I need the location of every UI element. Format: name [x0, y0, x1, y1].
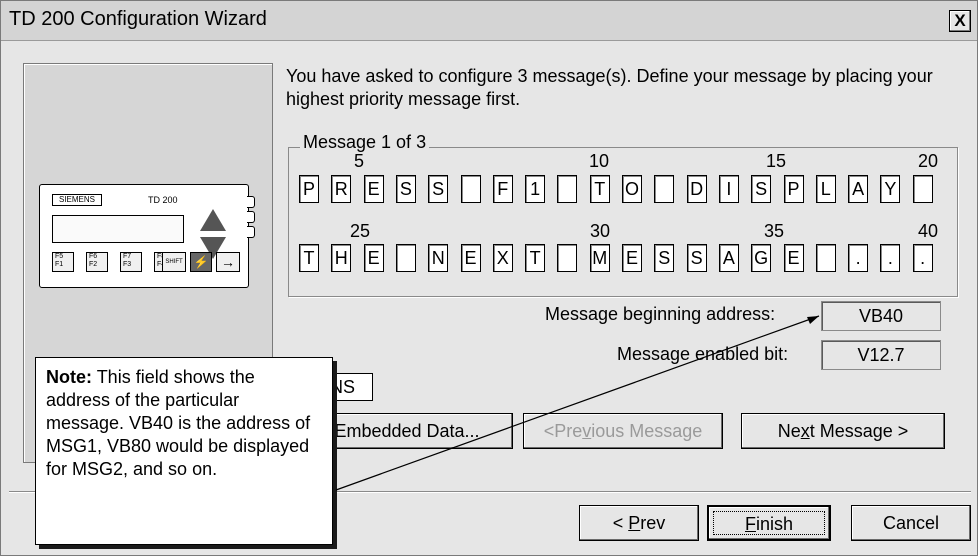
- column-number: 15: [766, 151, 787, 171]
- row1-char-cell[interactable]: S: [395, 175, 416, 203]
- row1-char-cell[interactable]: S: [428, 175, 449, 203]
- embedded-data-label: Embedded Data...: [334, 421, 480, 441]
- row2-char-cell[interactable]: E: [622, 244, 642, 272]
- up-arrow-icon: [200, 209, 226, 231]
- row2-char-cell[interactable]: .: [880, 244, 901, 272]
- row1-char-cell[interactable]: F: [492, 175, 513, 203]
- cancel-label: Cancel: [882, 513, 940, 533]
- device-model: TD 200: [148, 195, 178, 205]
- previous-message-button[interactable]: <Previous Message: [523, 413, 723, 449]
- device-key-shift: SHIFT: [162, 252, 186, 272]
- row2-char-cell[interactable]: S: [654, 244, 675, 272]
- intro-text: You have asked to configure 3 message(s)…: [286, 66, 933, 109]
- message-group-label: Message 1 of 3: [300, 132, 430, 153]
- window-title: TD 200 Configuration Wizard: [9, 8, 267, 30]
- row2-char-cell[interactable]: T: [525, 244, 546, 272]
- column-number: 10: [589, 151, 610, 171]
- row1-char-cell[interactable]: [557, 175, 578, 203]
- escape-key-icon: ⚡: [190, 252, 212, 272]
- enabled-bit-label: Message enabled bit:: [617, 344, 789, 364]
- device-brand: SIEMENS: [52, 194, 102, 206]
- column-number: 30: [590, 221, 611, 241]
- column-number: 25: [350, 221, 371, 241]
- row2-char-cell[interactable]: N: [428, 244, 449, 272]
- next-message-button[interactable]: Next Message >: [741, 413, 945, 449]
- column-number: 20: [918, 151, 939, 171]
- row1-char-cell[interactable]: E: [363, 175, 384, 203]
- row1-char-cell[interactable]: P: [783, 175, 804, 203]
- close-button[interactable]: X: [949, 10, 971, 32]
- row1-char-cell[interactable]: D: [686, 175, 707, 203]
- device-tab: [247, 211, 255, 223]
- column-number: 5: [354, 151, 365, 171]
- note-callout: Note: This field shows the address of th…: [35, 357, 333, 545]
- row2-char-cell[interactable]: .: [912, 244, 933, 272]
- row1-char-cell[interactable]: [654, 175, 675, 203]
- row2-char-cell[interactable]: [557, 244, 578, 272]
- row2-char-cell[interactable]: S: [686, 244, 707, 272]
- row1-char-cell[interactable]: Y: [880, 175, 901, 203]
- prev-button[interactable]: < Prev: [579, 505, 699, 541]
- row2-char-cell[interactable]: [395, 244, 416, 272]
- finish-button[interactable]: Finish: [707, 505, 831, 541]
- beginning-address-field: VB40: [821, 301, 941, 331]
- row2-char-cell[interactable]: .: [848, 244, 869, 272]
- device-body: SIEMENS TD 200 F5F1 F6F2 F7F3 F8F4 SHIFT…: [39, 184, 249, 288]
- column-number: 40: [918, 221, 939, 241]
- row1-char-cell[interactable]: I: [718, 175, 739, 203]
- message-groupbox: [288, 147, 958, 297]
- row2-char-cell[interactable]: E: [363, 244, 384, 272]
- device-key-f1: F5 F1: [52, 252, 74, 272]
- partial-field[interactable]: NS: [327, 373, 373, 401]
- row2-char-cell[interactable]: X: [492, 244, 513, 272]
- row1-char-cell[interactable]: A: [848, 175, 869, 203]
- device-key-f2: F6 F2: [86, 252, 108, 272]
- wizard-window: TD 200 Configuration Wizard X SIEMENS TD…: [0, 0, 978, 556]
- beginning-address-label: Message beginning address:: [545, 304, 776, 324]
- row1-char-cell[interactable]: S: [751, 175, 772, 203]
- enter-key-icon: →: [216, 252, 240, 272]
- row1-char-cell[interactable]: R: [331, 175, 352, 203]
- row1-char-cell[interactable]: T: [589, 175, 610, 203]
- row2-char-cell[interactable]: A: [718, 244, 739, 272]
- device-tab: [247, 196, 255, 208]
- title-bar: TD 200 Configuration Wizard X: [1, 1, 977, 41]
- row2-char-cell[interactable]: T: [299, 244, 319, 272]
- row2-char-cell[interactable]: [815, 244, 836, 272]
- enabled-bit-field: V12.7: [821, 340, 941, 370]
- column-number: 35: [764, 221, 785, 241]
- row2-char-cell[interactable]: E: [783, 244, 804, 272]
- row2-char-cell[interactable]: H: [331, 244, 352, 272]
- row1-char-cell[interactable]: P: [299, 175, 319, 203]
- row1-char-cell[interactable]: [912, 175, 933, 203]
- row1-char-cell[interactable]: 1: [525, 175, 546, 203]
- row1-char-cell[interactable]: O: [622, 175, 642, 203]
- row2-char-cell[interactable]: G: [751, 244, 772, 272]
- row1-char-cell[interactable]: L: [815, 175, 836, 203]
- note-bold-label: Note:: [46, 367, 92, 387]
- cancel-button[interactable]: Cancel: [851, 505, 971, 541]
- row2-char-cell[interactable]: M: [589, 244, 610, 272]
- device-tab: [247, 226, 255, 238]
- td200-device-image: SIEMENS TD 200 F5F1 F6F2 F7F3 F8F4 SHIFT…: [39, 184, 255, 288]
- device-key-f3: F7 F3: [120, 252, 142, 272]
- device-display: [52, 215, 184, 243]
- row2-char-cell[interactable]: E: [460, 244, 481, 272]
- row1-char-cell[interactable]: [460, 175, 481, 203]
